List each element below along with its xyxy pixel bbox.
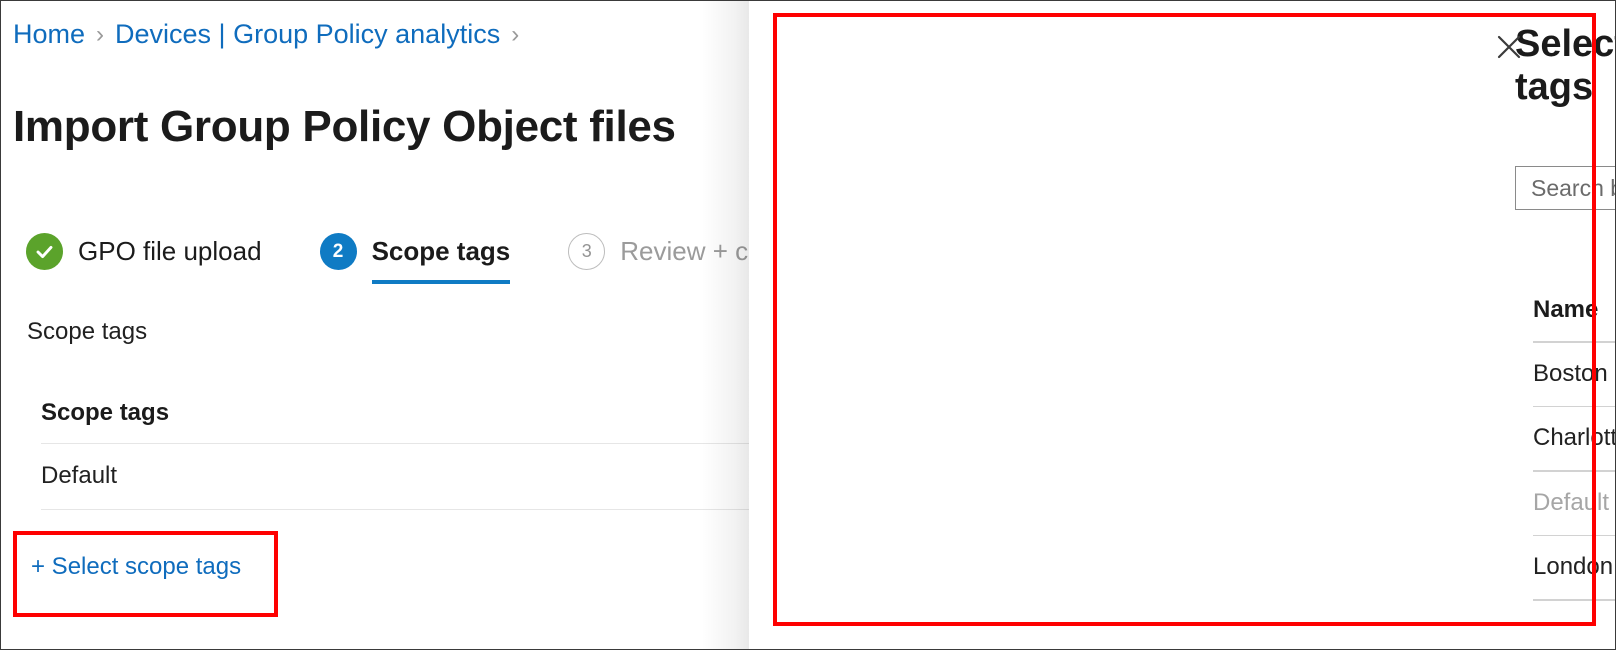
close-icon[interactable] xyxy=(1491,29,1527,65)
tag-list: Name Boston Charlotte Default London xyxy=(1533,296,1615,601)
screenshot-root: Home › Devices | Group Policy analytics … xyxy=(0,0,1616,650)
search-field[interactable] xyxy=(1515,166,1615,210)
check-icon xyxy=(26,233,63,270)
breadcrumb-chevron-icon-2: › xyxy=(511,23,519,47)
list-item[interactable]: Boston xyxy=(1533,343,1615,406)
table-divider xyxy=(41,509,749,510)
tag-list-header-name: Name xyxy=(1533,296,1615,341)
list-item[interactable]: Charlotte xyxy=(1533,407,1615,470)
breadcrumb-item-home[interactable]: Home xyxy=(13,21,85,48)
breadcrumb-chevron-icon-1: › xyxy=(96,23,104,47)
list-item: Default xyxy=(1533,472,1615,535)
select-tags-panel: Select tags xyxy=(749,1,1615,650)
list-item[interactable]: London xyxy=(1533,536,1615,599)
wizard-pane: Home › Devices | Group Policy analytics … xyxy=(1,1,749,650)
step-number-badge-3: 3 xyxy=(568,233,605,270)
wizard-step-scope-tags[interactable]: 2 Scope tags xyxy=(320,233,511,284)
wizard-step-gpo-file-upload[interactable]: GPO file upload xyxy=(26,233,262,284)
wizard-step-label-3: Review + c xyxy=(620,236,748,267)
scope-tags-table: Scope tags Default xyxy=(41,399,749,510)
wizard-step-label-2: Scope tags xyxy=(372,236,511,267)
step-number-badge-2: 2 xyxy=(320,233,357,270)
scope-tags-table-header: Scope tags xyxy=(41,399,749,443)
wizard-step-review-create[interactable]: 3 Review + c xyxy=(568,233,748,284)
search-input[interactable] xyxy=(1516,167,1615,209)
active-step-underline xyxy=(372,280,511,284)
select-scope-tags-button[interactable]: + Select scope tags xyxy=(31,553,241,581)
breadcrumb: Home › Devices | Group Policy analytics … xyxy=(13,21,530,48)
table-row: Default xyxy=(41,444,749,509)
search-row xyxy=(1515,166,1615,210)
wizard-step-label-1: GPO file upload xyxy=(78,236,262,267)
page-title: Import Group Policy Object files xyxy=(13,102,676,152)
tag-list-divider xyxy=(1533,599,1615,601)
breadcrumb-item-devices-group-policy-analytics[interactable]: Devices | Group Policy analytics xyxy=(115,21,500,48)
wizard-step-list: GPO file upload 2 Scope tags 3 Review + … xyxy=(26,233,748,284)
panel-title: Select tags xyxy=(1515,23,1615,109)
section-label-scope-tags: Scope tags xyxy=(27,318,147,346)
